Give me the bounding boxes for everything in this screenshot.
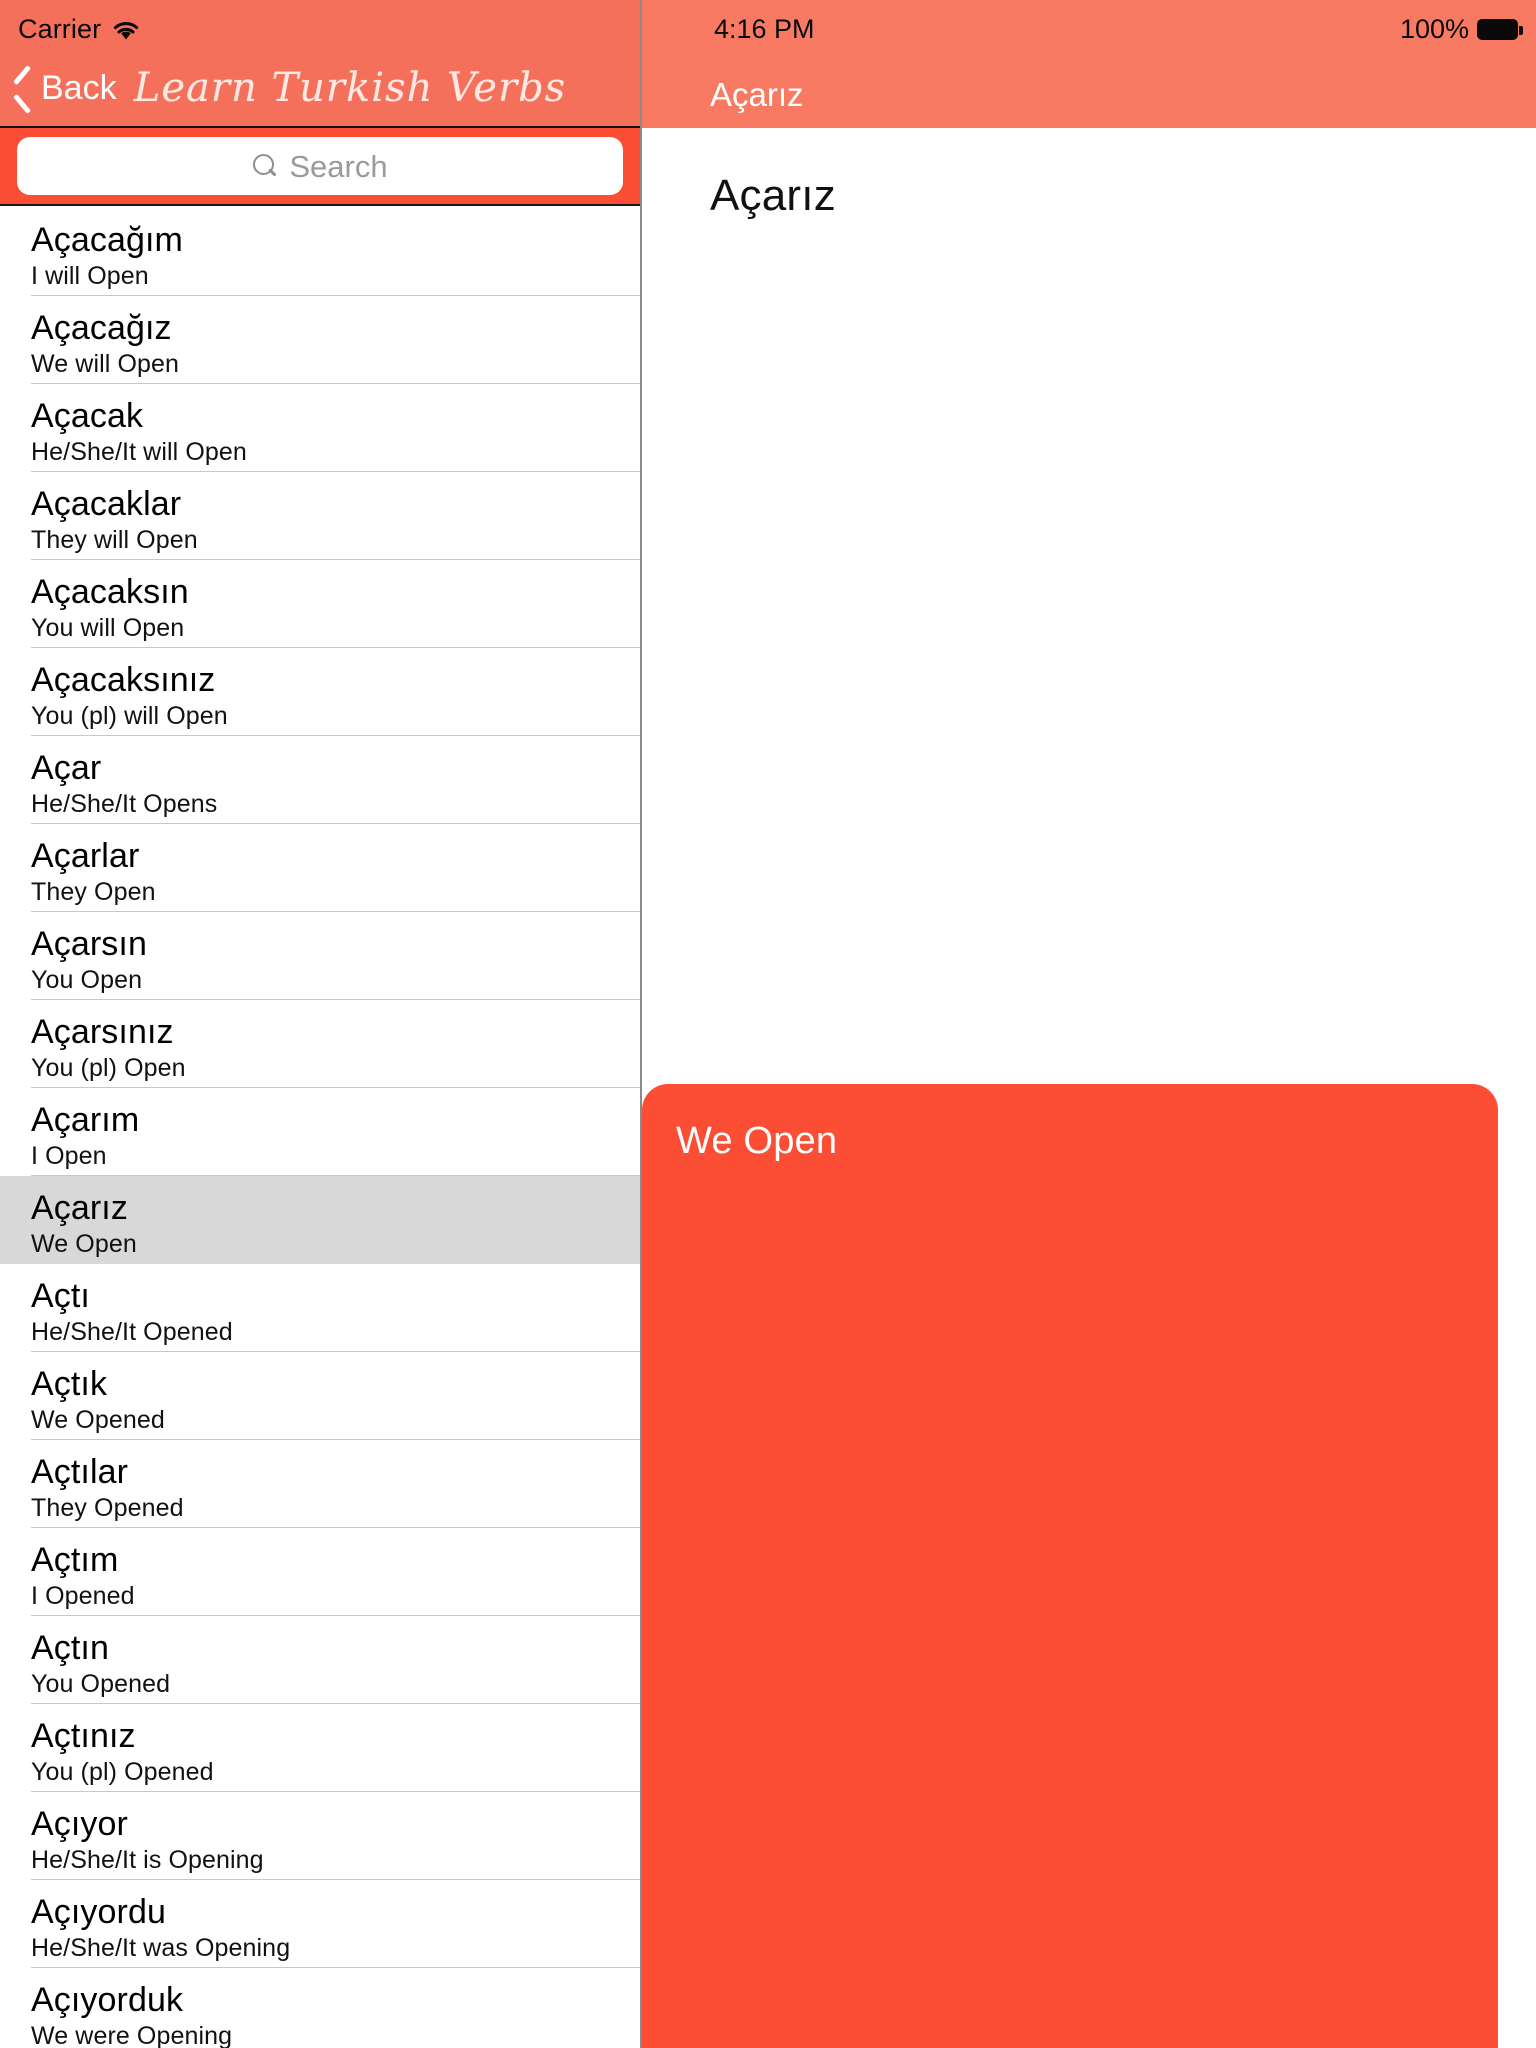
- verb-title: Açacaklar: [31, 485, 182, 523]
- verb-meaning: He/She/It Opens: [31, 790, 218, 818]
- verb-title: Açarız: [31, 1189, 128, 1227]
- verb-meaning: We Opened: [31, 1406, 165, 1434]
- verb-title: Açıyor: [31, 1805, 128, 1843]
- verb-meaning: They will Open: [31, 526, 198, 554]
- verb-title: Açacağız: [31, 309, 172, 347]
- verb-list-item[interactable]: Açtılar They Opened: [0, 1440, 640, 1528]
- verb-meaning: I Opened: [31, 1582, 135, 1610]
- verb-meaning: You will Open: [31, 614, 185, 642]
- verb-meaning: He/She/It will Open: [31, 438, 247, 466]
- verb-title: Açtılar: [31, 1453, 129, 1491]
- verb-list-item[interactable]: Açacaklar They will Open: [0, 472, 640, 560]
- verb-list-item[interactable]: Açtık We Opened: [0, 1352, 640, 1440]
- verb-title: Açtık: [31, 1365, 108, 1403]
- verb-meaning: He/She/It Opened: [31, 1318, 233, 1346]
- detail-navigation-bar: 4:16 PM 100% Açarız: [642, 0, 1536, 128]
- verb-list-item[interactable]: Açıyor He/She/It is Opening: [0, 1792, 640, 1880]
- verb-title: Açıyordu: [31, 1893, 166, 1931]
- verb-list[interactable]: Açacağım I will Open Açacağız We will Open A…: [0, 208, 640, 2048]
- verb-title: Açtım: [31, 1541, 119, 1579]
- verb-title: Açacak: [31, 397, 144, 435]
- verb-title: Açarsınız: [31, 1013, 174, 1051]
- verb-title: Açtı: [31, 1277, 90, 1315]
- verb-title: Açacaksınız: [31, 661, 216, 699]
- verb-meaning: I will Open: [31, 262, 149, 290]
- verb-meaning: We will Open: [31, 350, 180, 378]
- verb-list-item[interactable]: Açıyorduk We were Opening: [0, 1968, 640, 2048]
- master-pane: Carrier Back Learn Turkish Verbs Search …: [0, 0, 640, 2048]
- verb-meaning: You (pl) will Open: [31, 702, 228, 730]
- verb-list-item[interactable]: Açarsınız You (pl) Open: [0, 1000, 640, 1088]
- verb-title: Açıyorduk: [31, 1981, 184, 2019]
- wifi-icon: [111, 19, 141, 43]
- verb-list-item[interactable]: Açacaksın You will Open: [0, 560, 640, 648]
- verb-title: Açarlar: [31, 837, 140, 875]
- search-icon: [252, 153, 278, 179]
- verb-list-item[interactable]: Açacağım I will Open: [0, 208, 640, 296]
- verb-meaning: They Opened: [31, 1494, 184, 1522]
- verb-list-item[interactable]: Açtın You Opened: [0, 1616, 640, 1704]
- verb-meaning: I Open: [31, 1142, 107, 1170]
- master-navigation-bar: Carrier Back Learn Turkish Verbs: [0, 0, 640, 128]
- verb-meaning: You (pl) Opened: [31, 1758, 214, 1786]
- battery-full-icon: [1477, 18, 1523, 40]
- verb-meaning: He/She/It is Opening: [31, 1846, 264, 1874]
- search-placeholder: Search: [289, 148, 388, 184]
- verb-list-item[interactable]: Açarız We Open: [0, 1176, 640, 1264]
- page-title: Learn Turkish Verbs: [133, 65, 567, 111]
- detail-pane: 4:16 PM 100% Açarız Açarız We Open: [642, 0, 1536, 2048]
- battery-percent-label: 100%: [1399, 13, 1469, 44]
- verb-meaning: He/She/It was Opening: [31, 1934, 291, 1962]
- verb-list-item[interactable]: Açarım I Open: [0, 1088, 640, 1176]
- verb-title: Açtınız: [31, 1717, 136, 1755]
- verb-list-item[interactable]: Açarlar They Open: [0, 824, 640, 912]
- status-bar-left: Carrier: [18, 10, 141, 48]
- verb-title: Açar: [31, 749, 102, 787]
- detail-body: Açarız We Open: [642, 128, 1536, 2048]
- verb-list-item[interactable]: Açar He/She/It Opens: [0, 736, 640, 824]
- verb-list-item[interactable]: Açacaksınız You (pl) will Open: [0, 648, 640, 736]
- status-time: 4:16 PM: [714, 13, 815, 44]
- status-bar-right: 4:16 PM 100%: [642, 10, 1536, 48]
- verb-list-item[interactable]: Açacak He/She/It will Open: [0, 384, 640, 472]
- verb-list-item[interactable]: Açarsın You Open: [0, 912, 640, 1000]
- navigation-row: Back Learn Turkish Verbs: [0, 48, 640, 128]
- detail-nav-title: Açarız: [710, 76, 804, 113]
- verb-meaning: You (pl) Open: [31, 1054, 186, 1082]
- verb-title: Açarsın: [31, 925, 147, 963]
- carrier-label: Carrier: [18, 13, 102, 44]
- verb-list-item[interactable]: Açıyordu He/She/It was Opening: [0, 1880, 640, 1968]
- verb-meaning: You Opened: [31, 1670, 171, 1698]
- verb-title: Açarım: [31, 1101, 140, 1139]
- verb-title: Açacağım: [31, 221, 183, 259]
- verb-meaning: We were Opening: [31, 2022, 233, 2048]
- verb-list-item[interactable]: Açacağız We will Open: [0, 296, 640, 384]
- detail-heading: Açarız: [710, 171, 836, 220]
- meaning-text: We Open: [676, 1120, 838, 1162]
- app-screen: Carrier Back Learn Turkish Verbs Search …: [0, 0, 1536, 2048]
- verb-title: Açacaksın: [31, 573, 189, 611]
- verb-title: Açtın: [31, 1629, 109, 1667]
- search-input[interactable]: Search: [17, 137, 623, 195]
- meaning-card: We Open: [642, 1084, 1498, 2048]
- verb-list-item[interactable]: Açtım I Opened: [0, 1528, 640, 1616]
- verb-meaning: They Open: [31, 878, 156, 906]
- verb-meaning: We Open: [31, 1230, 137, 1258]
- verb-list-item[interactable]: Açtı He/She/It Opened: [0, 1264, 640, 1352]
- verb-list-item[interactable]: Açtınız You (pl) Opened: [0, 1704, 640, 1792]
- battery-status: 100%: [1399, 13, 1523, 45]
- verb-meaning: You Open: [31, 966, 143, 994]
- search-bar-container: Search: [0, 128, 640, 206]
